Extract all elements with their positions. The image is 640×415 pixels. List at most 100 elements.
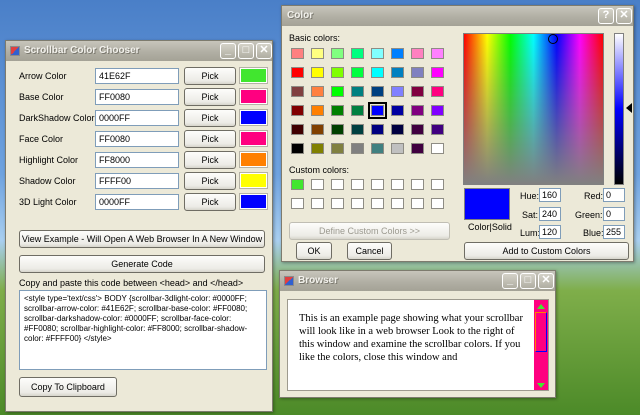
pick-button[interactable]: Pick — [184, 109, 236, 127]
green-field[interactable]: 0 — [603, 207, 625, 221]
basic-color-swatch[interactable] — [351, 48, 364, 59]
basic-color-swatch[interactable] — [371, 48, 384, 59]
basic-color-swatch[interactable] — [391, 124, 404, 135]
basic-color-swatch[interactable] — [411, 67, 424, 78]
hue-field[interactable]: 160 — [539, 188, 561, 202]
close-button[interactable]: ✕ — [538, 273, 554, 289]
basic-color-swatch[interactable] — [411, 86, 424, 97]
basic-color-swatch[interactable] — [411, 143, 424, 154]
custom-color-swatch[interactable] — [391, 198, 404, 209]
basic-color-swatch[interactable] — [371, 124, 384, 135]
basic-color-swatch[interactable] — [351, 105, 364, 116]
custom-color-swatch[interactable] — [371, 198, 384, 209]
color-hex-field[interactable]: FF0080 — [95, 89, 179, 105]
code-textarea[interactable]: <style type='text/css'> BODY {scrollbar-… — [19, 290, 267, 370]
basic-color-swatch[interactable] — [368, 102, 387, 119]
color-hex-field[interactable]: FFFF00 — [95, 173, 179, 189]
blue-field[interactable]: 255 — [603, 225, 625, 239]
pick-button[interactable]: Pick — [184, 151, 236, 169]
minimize-button[interactable]: _ — [220, 43, 236, 59]
pick-button[interactable]: Pick — [184, 193, 236, 211]
add-to-custom-colors-button[interactable]: Add to Custom Colors — [464, 242, 629, 260]
custom-color-swatch[interactable] — [331, 198, 344, 209]
minimize-button[interactable]: _ — [502, 273, 518, 289]
scroll-thumb[interactable] — [535, 312, 547, 352]
basic-color-swatch[interactable] — [391, 143, 404, 154]
maximize-button[interactable]: □ — [520, 273, 536, 289]
sat-field[interactable]: 240 — [539, 207, 561, 221]
basic-color-swatch[interactable] — [391, 48, 404, 59]
basic-color-swatch[interactable] — [391, 105, 404, 116]
browser-titlebar[interactable]: Browser _ □ ✕ — [280, 271, 555, 291]
basic-color-swatch[interactable] — [311, 48, 324, 59]
color-hex-field[interactable]: 41E62F — [95, 68, 179, 84]
basic-color-swatch[interactable] — [411, 105, 424, 116]
basic-color-swatch[interactable] — [311, 105, 324, 116]
custom-color-swatch[interactable] — [411, 198, 424, 209]
scroll-up-icon[interactable] — [537, 304, 545, 309]
basic-color-swatch[interactable] — [371, 67, 384, 78]
basic-color-swatch[interactable] — [351, 86, 364, 97]
basic-color-swatch[interactable] — [331, 105, 344, 116]
color-spectrum[interactable] — [463, 33, 604, 185]
view-example-button[interactable]: View Example - Will Open A Web Browser I… — [19, 230, 265, 248]
custom-color-swatch[interactable] — [391, 179, 404, 190]
browser-scrollbar[interactable] — [534, 300, 548, 390]
custom-color-swatch[interactable] — [431, 179, 444, 190]
basic-color-swatch[interactable] — [291, 67, 304, 78]
dialog-close-button[interactable]: ✕ — [616, 8, 632, 24]
custom-color-swatch[interactable] — [351, 179, 364, 190]
cancel-button[interactable]: Cancel — [347, 242, 392, 260]
basic-color-swatch[interactable] — [351, 67, 364, 78]
pick-button[interactable]: Pick — [184, 88, 236, 106]
basic-color-swatch[interactable] — [331, 143, 344, 154]
basic-color-swatch[interactable] — [431, 86, 444, 97]
basic-color-swatch[interactable] — [411, 48, 424, 59]
copy-to-clipboard-button[interactable]: Copy To Clipboard — [19, 377, 117, 397]
pick-button[interactable]: Pick — [184, 67, 236, 85]
custom-color-swatch[interactable] — [311, 198, 324, 209]
custom-color-swatch[interactable] — [291, 179, 304, 190]
pick-button[interactable]: Pick — [184, 172, 236, 190]
color-hex-field[interactable]: 0000FF — [95, 110, 179, 126]
close-button[interactable]: ✕ — [256, 43, 272, 59]
ok-button[interactable]: OK — [296, 242, 332, 260]
basic-color-swatch[interactable] — [291, 86, 304, 97]
basic-color-swatch[interactable] — [311, 67, 324, 78]
color-dialog-titlebar[interactable]: Color ? ✕ — [282, 6, 633, 26]
luminance-arrow-icon[interactable] — [626, 103, 632, 113]
scroll-down-icon[interactable] — [537, 383, 545, 388]
luminance-bar[interactable] — [614, 33, 624, 185]
custom-color-swatch[interactable] — [311, 179, 324, 190]
basic-color-swatch[interactable] — [311, 143, 324, 154]
custom-color-swatch[interactable] — [291, 198, 304, 209]
basic-color-swatch[interactable] — [291, 105, 304, 116]
basic-color-swatch[interactable] — [291, 124, 304, 135]
maximize-button[interactable]: □ — [238, 43, 254, 59]
basic-color-swatch[interactable] — [311, 86, 324, 97]
basic-color-swatch[interactable] — [311, 124, 324, 135]
basic-color-swatch[interactable] — [291, 143, 304, 154]
basic-color-swatch[interactable] — [411, 124, 424, 135]
chooser-titlebar[interactable]: Scrollbar Color Chooser _ □ ✕ — [6, 41, 272, 61]
custom-color-swatch[interactable] — [371, 179, 384, 190]
basic-color-swatch[interactable] — [331, 67, 344, 78]
custom-color-swatch[interactable] — [411, 179, 424, 190]
basic-color-swatch[interactable] — [391, 86, 404, 97]
basic-color-swatch[interactable] — [371, 86, 384, 97]
custom-color-swatch[interactable] — [431, 198, 444, 209]
basic-color-swatch[interactable] — [291, 48, 304, 59]
basic-color-swatch[interactable] — [331, 86, 344, 97]
basic-color-swatch[interactable] — [431, 67, 444, 78]
basic-color-swatch[interactable] — [431, 143, 444, 154]
basic-color-swatch[interactable] — [431, 105, 444, 116]
basic-color-swatch[interactable] — [351, 143, 364, 154]
color-hex-field[interactable]: FF0080 — [95, 131, 179, 147]
basic-color-swatch[interactable] — [431, 124, 444, 135]
pick-button[interactable]: Pick — [184, 130, 236, 148]
help-button[interactable]: ? — [598, 8, 614, 24]
basic-color-swatch[interactable] — [391, 67, 404, 78]
basic-color-swatch[interactable] — [331, 124, 344, 135]
custom-color-swatch[interactable] — [351, 198, 364, 209]
basic-color-swatch[interactable] — [331, 48, 344, 59]
